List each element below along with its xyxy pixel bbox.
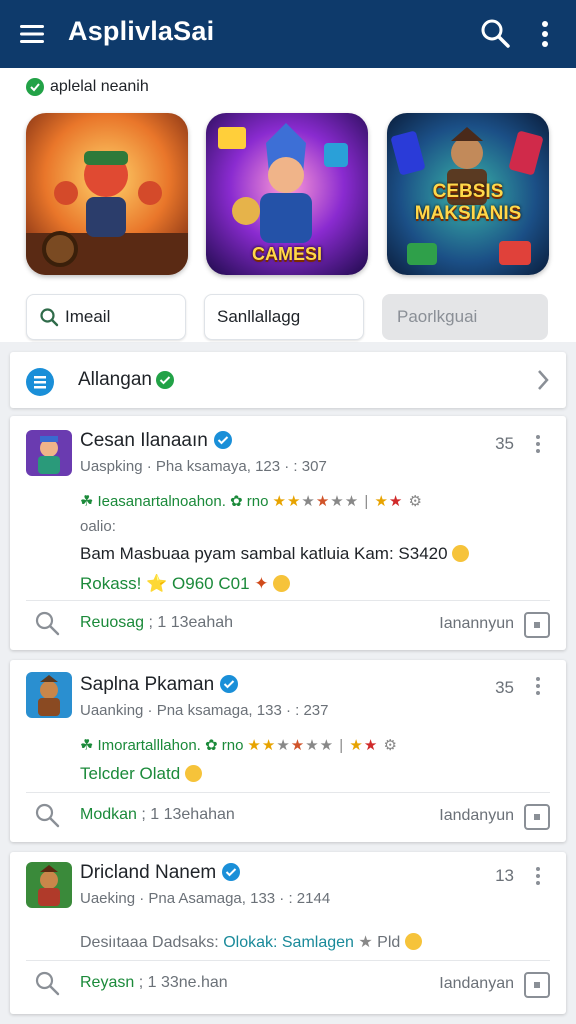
post-footer-right: Iandanyan: [439, 975, 514, 992]
calendar-icon[interactable]: [524, 972, 550, 998]
post-sub: Telcder Olatd: [80, 764, 202, 784]
smile-emoji-icon: [404, 933, 422, 950]
leaf-icon: ☘: [80, 737, 94, 754]
rating-stars-icon: ★★★★★★ | ★★ ⚙: [272, 493, 423, 510]
post-author-name: Dricland Nanem: [80, 862, 217, 883]
post-tagline-text: Imorartalllahon. ✿ rno: [97, 737, 244, 754]
post-tagline-text: Ieasanartalnoahon. ✿ rno: [97, 493, 269, 510]
post-footer-right: Iandanyun: [439, 807, 514, 824]
post-count: 35: [495, 434, 514, 453]
divider: [26, 792, 550, 793]
post-footer-right: Ianannyun: [439, 615, 514, 632]
post-sub-text: Rokass! ⭐ O960 C01: [80, 574, 250, 593]
smile-emoji-icon: [452, 545, 470, 562]
fire-icon: ✦: [254, 574, 269, 593]
post-footer-action-detail: ; 1 33ne.han: [138, 974, 228, 991]
post-count: 35: [495, 678, 514, 697]
post-body: Desiıtaaa Dadsaks: Olokak: Samlagen ★ Pl…: [80, 932, 422, 952]
divider: [26, 600, 550, 601]
post-card[interactable]: Dricland Nanem Uaeking · Pna Asamaga, 13…: [10, 852, 566, 1014]
post-footer-action[interactable]: Reuosag ; 1 13eahah: [80, 614, 233, 632]
verified-badge-icon: [213, 431, 232, 455]
post-tagline: ☘ Ieasanartalnoahon. ✿ rno ★★★★★★ | ★★ ⚙: [80, 492, 423, 510]
post-footer-action[interactable]: Modkan ; 1 13ehahan: [80, 806, 235, 824]
game-tile-2[interactable]: CAMESI: [206, 113, 368, 275]
post-footer-action-label: Modkan: [80, 806, 137, 823]
post-more-icon[interactable]: [534, 434, 542, 459]
verified-check-icon: [156, 371, 174, 394]
post-footer-action[interactable]: Reyasn ; 1 33ne.han: [80, 974, 228, 992]
post-author[interactable]: Cesan Ilanaaın: [80, 430, 232, 455]
search-icon: [40, 308, 59, 327]
post-more-icon[interactable]: [534, 676, 542, 701]
post-more-icon[interactable]: [534, 866, 542, 891]
verified-badge-icon: [220, 675, 239, 699]
verified-badge-icon: [222, 863, 241, 887]
chevron-right-icon[interactable]: [536, 368, 550, 397]
featured-header: aplelal neanih: [26, 78, 149, 96]
avatar[interactable]: [26, 862, 72, 908]
avatar[interactable]: [26, 430, 72, 476]
search-icon[interactable]: [34, 970, 60, 1001]
divider: [26, 960, 550, 961]
smile-emoji-icon: [273, 575, 291, 592]
avatar[interactable]: [26, 672, 72, 718]
post-tagline: ☘ Imorartalllahon. ✿ rno ★★★★★★ | ★★ ⚙: [80, 736, 398, 754]
post-footer-action-label: Reyasn: [80, 974, 135, 991]
post-card[interactable]: Saplna Pkaman Uaanking · Pna ksamaga, 13…: [10, 660, 566, 842]
chip-label: Sanllallagg: [217, 307, 301, 326]
post-meta: Uaeking · Pna Asamaga, 133 · : 2144: [80, 890, 331, 907]
search-icon[interactable]: [34, 610, 60, 641]
post-body-highlight[interactable]: Olokak: Samlagen: [223, 934, 354, 951]
leaf-icon: ☘: [80, 493, 94, 510]
app-title: AsplivlaSai: [68, 16, 215, 46]
search-icon[interactable]: [478, 16, 512, 50]
calendar-icon[interactable]: [524, 612, 550, 638]
post-author[interactable]: Saplna Pkaman: [80, 674, 239, 699]
chip-email[interactable]: Imeail: [26, 294, 186, 340]
game-tile-3[interactable]: CEBSIS MAKSIANIS: [387, 113, 549, 275]
calendar-icon[interactable]: [524, 804, 550, 830]
chip-label: Paorlkguai: [397, 307, 478, 326]
post-body-tail: Pld: [377, 934, 401, 951]
tile-label: CAMESI: [251, 244, 322, 264]
post-footer-action-detail: ; 1 13eahah: [148, 614, 234, 631]
post-author[interactable]: Dricland Nanem: [80, 862, 241, 887]
verified-check-icon: [26, 78, 44, 96]
post-count: 13: [495, 866, 514, 885]
post-meta: Uaspking · Pha ksamaya, 123 · : 307: [80, 458, 327, 475]
post-sub-text: Telcder Olatd: [80, 764, 181, 783]
section-label: Allangan: [78, 369, 152, 390]
post-card[interactable]: Cesan Ilanaaın Uaspking · Pha ksamaya, 1…: [10, 416, 566, 650]
smile-emoji-icon: [184, 765, 202, 782]
post-footer-action-label: Reuosag: [80, 614, 145, 631]
section-row[interactable]: Allangan: [10, 352, 566, 408]
rating-stars-icon: ★★★★★★ | ★★ ⚙: [247, 737, 398, 754]
post-sub: Rokass! ⭐ O960 C01 ✦: [80, 574, 291, 594]
more-options-icon[interactable]: [532, 18, 558, 50]
search-icon[interactable]: [34, 802, 60, 833]
app-bar: AsplivlaSai: [0, 0, 576, 68]
post-author-name: Saplna Pkaman: [80, 674, 215, 695]
star-icon: ★: [358, 934, 373, 951]
featured-label: aplelal neanih: [50, 78, 149, 95]
post-author-name: Cesan Ilanaaın: [80, 430, 208, 451]
post-body-text: Desiıtaaa Dadsaks:: [80, 934, 219, 951]
game-tile-1[interactable]: [26, 113, 188, 275]
tile-label: CEBSIS MAKSIANIS: [414, 181, 522, 224]
chip-sanllallagg[interactable]: Sanllallagg: [204, 294, 364, 340]
list-icon: [26, 368, 54, 396]
hamburger-menu-icon[interactable]: [18, 20, 46, 48]
post-body: Bam Masbuaa pyam sambal katluia Kam: S34…: [80, 544, 470, 564]
post-body-text: Bam Masbuaa pyam sambal katluia Kam: S34…: [80, 544, 448, 563]
post-footer-action-detail: ; 1 13ehahan: [141, 806, 235, 823]
chip-paorlkguai[interactable]: Paorlkguai: [382, 294, 548, 340]
chip-label: Imeail: [65, 307, 111, 326]
post-tagline-secondary: oalio:: [80, 518, 116, 535]
post-meta: Uaanking · Pna ksamaga, 133 · : 237: [80, 702, 329, 719]
